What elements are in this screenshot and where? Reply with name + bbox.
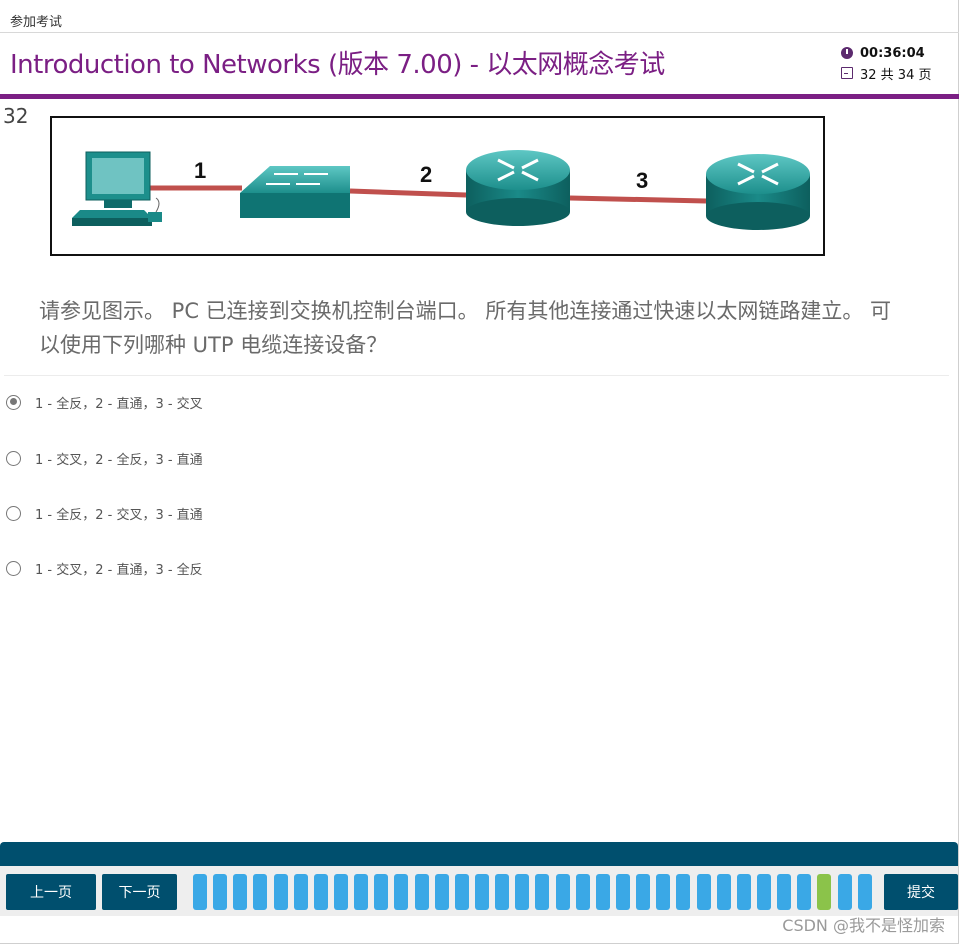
router-2-icon — [706, 154, 810, 230]
page-dot-15[interactable] — [474, 874, 489, 910]
page-dot-28[interactable] — [736, 874, 751, 910]
page-dot-29[interactable] — [756, 874, 771, 910]
page-dot-16[interactable] — [495, 874, 510, 910]
answer-option-2[interactable]: 1 - 交叉，2 - 全反，3 - 直通 — [6, 447, 203, 469]
page-dot-18[interactable] — [535, 874, 550, 910]
page-dot-7[interactable] — [313, 874, 328, 910]
top-bar: 参加考试 — [0, 0, 959, 33]
answer-option-4[interactable]: 1 - 交叉，2 - 直通，3 - 全反 — [6, 557, 203, 579]
cable-label-2: 2 — [420, 162, 432, 187]
page-icon — [841, 67, 853, 79]
exhibit-image: 1 2 3 — [50, 116, 825, 256]
timer-row: 00:36:04 — [841, 43, 951, 63]
divider — [4, 375, 949, 376]
cable-3 — [569, 195, 707, 204]
page-dot-13[interactable] — [434, 874, 449, 910]
radio-button-selected[interactable] — [6, 394, 21, 410]
page-dot-11[interactable] — [394, 874, 409, 910]
header-accent-bar — [0, 94, 959, 99]
progress-strip — [0, 842, 958, 866]
watermark: CSDN @我不是怪加索 — [782, 916, 945, 935]
page-dot-33[interactable] — [837, 874, 852, 910]
cable-label-1: 1 — [194, 158, 206, 183]
exam-header: Introduction to Networks (版本 7.00) - 以太网… — [0, 34, 959, 94]
prev-page-button[interactable]: 上一页 — [6, 874, 96, 910]
cable-2 — [349, 188, 467, 198]
router-1-icon — [466, 150, 570, 226]
answer-option-label: 1 - 全反，2 - 直通，3 - 交叉 — [35, 396, 203, 412]
page-dot-34[interactable] — [857, 874, 872, 910]
clock-icon — [841, 47, 853, 59]
page-dot-21[interactable] — [595, 874, 610, 910]
page-dot-9[interactable] — [354, 874, 369, 910]
page-dot-3[interactable] — [233, 874, 248, 910]
page-dot-10[interactable] — [374, 874, 389, 910]
answer-option-3[interactable]: 1 - 全反，2 - 交叉，3 - 直通 — [6, 502, 203, 524]
page-dot-32[interactable] — [817, 874, 832, 910]
cable-label-3: 3 — [636, 168, 648, 193]
page-dot-2[interactable] — [213, 874, 228, 910]
answer-option-label: 1 - 交叉，2 - 直通，3 - 全反 — [35, 562, 203, 578]
page-dot-17[interactable] — [515, 874, 530, 910]
page-dot-1[interactable] — [193, 874, 207, 910]
answer-option-1[interactable]: 1 - 全反，2 - 直通，3 - 交叉 — [6, 391, 203, 413]
page-dot-6[interactable] — [293, 874, 308, 910]
radio-button[interactable] — [6, 450, 21, 466]
answer-option-label: 1 - 交叉，2 - 全反，3 - 直通 — [35, 452, 203, 468]
page-dot-4[interactable] — [253, 874, 268, 910]
question-number: 32 — [3, 104, 29, 128]
breadcrumb: 参加考试 — [10, 15, 63, 30]
page-dot-19[interactable] — [555, 874, 570, 910]
network-topology-diagram: 1 2 3 — [72, 150, 810, 230]
page-dot-26[interactable] — [696, 874, 711, 910]
page-dot-24[interactable] — [656, 874, 671, 910]
page-dot-8[interactable] — [333, 874, 348, 910]
navigation-bar: 上一页 下一页 提交 — [0, 866, 958, 916]
page-dot-23[interactable] — [636, 874, 651, 910]
page-dot-20[interactable] — [575, 874, 590, 910]
radio-button[interactable] — [6, 505, 21, 521]
page-dot-25[interactable] — [676, 874, 691, 910]
switch-icon — [240, 166, 350, 218]
page-title: Introduction to Networks (版本 7.00) - 以太网… — [10, 50, 665, 80]
next-page-button[interactable]: 下一页 — [102, 874, 177, 910]
page-dot-14[interactable] — [454, 874, 469, 910]
question-text: 请参见图示。 PC 已连接到交换机控制台端口。 所有其他连接通过快速以太网链路建… — [39, 299, 892, 357]
page-dot-27[interactable] — [716, 874, 731, 910]
page-navigator — [193, 874, 878, 910]
radio-button[interactable] — [6, 560, 21, 576]
page-counter-row: 32 共 34 页 — [841, 63, 951, 83]
timer-value: 00:36:04 — [860, 45, 925, 61]
page-counter: 32 共 34 页 — [860, 67, 932, 83]
answer-option-label: 1 - 全反，2 - 交叉，3 - 直通 — [35, 507, 203, 523]
page-dot-30[interactable] — [777, 874, 792, 910]
pc-icon — [72, 151, 162, 226]
exam-meta: 00:36:04 32 共 34 页 — [841, 43, 951, 83]
page-dot-22[interactable] — [615, 874, 630, 910]
submit-button[interactable]: 提交 — [884, 874, 958, 910]
page-dot-31[interactable] — [797, 874, 812, 910]
page-dot-5[interactable] — [273, 874, 288, 910]
page-dot-12[interactable] — [414, 874, 429, 910]
